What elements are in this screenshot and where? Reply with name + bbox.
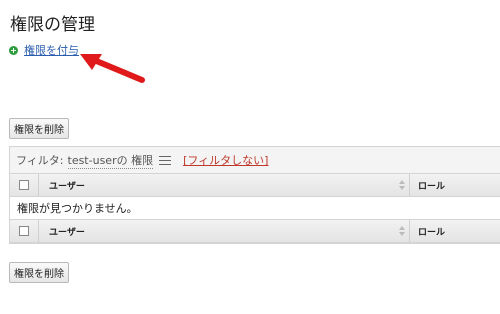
role-column-footer[interactable]: ロール [410,225,445,238]
user-column-header[interactable]: ユーザー [39,174,410,196]
filter-prefix: フィルタ: [16,154,64,167]
select-all-checkbox[interactable] [19,180,29,190]
filter-value[interactable]: test-userの 権限 [67,152,154,169]
no-filter-link[interactable]: [フィルタしない] [183,152,268,168]
user-column-label: ユーザー [49,227,85,238]
user-column-footer[interactable]: ユーザー [39,220,410,242]
table-footer: ユーザー ロール [10,219,500,243]
remove-permission-button-bottom[interactable]: 権限を削除 [9,262,69,283]
permissions-panel: フィルタ: test-userの 権限 [フィルタしない] ユーザー ロール 権… [9,146,500,244]
table-header: ユーザー ロール [10,173,500,197]
empty-message: 権限が見つかりません。 [10,197,500,219]
select-all-cell [10,174,39,196]
sort-icon [399,226,405,236]
list-icon[interactable] [159,155,172,165]
page-title: 権限の管理 [10,15,95,35]
sort-icon [399,180,405,190]
annotation-arrow-icon [80,54,145,83]
add-icon: + [9,45,18,55]
filter-bar: フィルタ: test-userの 権限 [フィルタしない] [10,147,500,173]
select-all-checkbox-bottom[interactable] [19,226,29,236]
role-column-label: ロール [418,181,446,192]
role-column-label: ロール [418,227,446,238]
remove-permission-button-top[interactable]: 権限を削除 [9,118,69,139]
grant-permission-row: + 権限を付与 [9,42,79,58]
role-column-header[interactable]: ロール [410,179,445,192]
select-all-cell-bottom [10,220,39,242]
user-column-label: ユーザー [49,181,85,192]
grant-permission-link[interactable]: 権限を付与 [24,42,79,58]
